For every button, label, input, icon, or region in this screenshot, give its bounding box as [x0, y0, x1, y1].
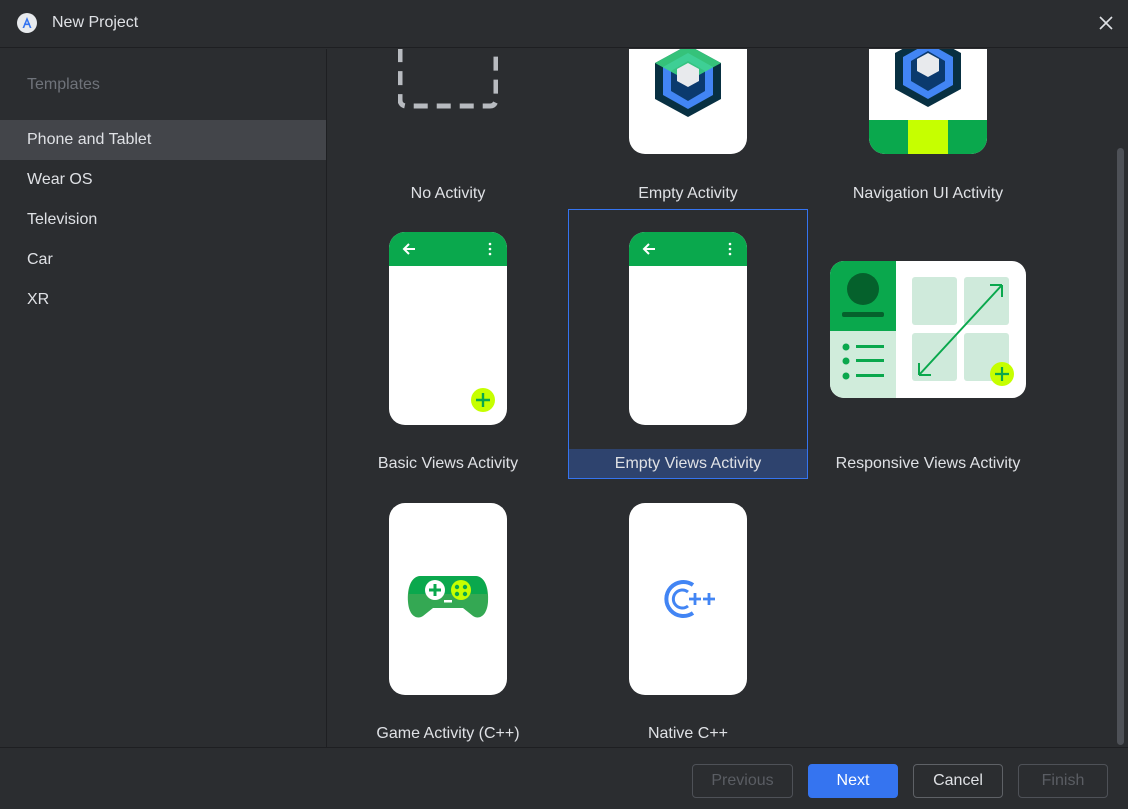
arrow-back-icon [642, 243, 655, 255]
previous-button[interactable]: Previous [692, 764, 793, 798]
template-basic-views-activity[interactable]: Basic Views Activity [328, 209, 568, 479]
dialog-footer: Previous Next Cancel Finish [0, 747, 1128, 809]
fab-add-icon [471, 388, 495, 412]
template-label: Empty Activity [638, 185, 738, 202]
finish-button[interactable]: Finish [1018, 764, 1108, 798]
no-activity-icon [398, 49, 498, 109]
template-no-activity[interactable]: No Activity [328, 49, 568, 209]
sidebar: Templates Phone and Tablet Wear OS Telev… [0, 49, 327, 747]
app-bar [629, 232, 747, 266]
template-label: Empty Views Activity [614, 455, 762, 472]
template-label: Responsive Views Activity [835, 455, 1021, 472]
app-bar [389, 232, 507, 266]
sidebar-item-xr[interactable]: XR [0, 280, 326, 320]
template-empty-views-activity[interactable]: Empty Views Activity [568, 209, 808, 479]
sidebar-item-phone-and-tablet[interactable]: Phone and Tablet [0, 120, 326, 160]
template-native-cpp[interactable]: Native C++ [568, 479, 808, 747]
window-title: New Project [52, 14, 139, 31]
compose-logo-icon [895, 49, 961, 107]
gamepad-icon [407, 576, 489, 618]
cancel-button[interactable]: Cancel [913, 764, 1003, 798]
bottom-navigation-bar [869, 120, 987, 154]
title-bar: New Project [0, 0, 1128, 48]
template-label: Basic Views Activity [377, 455, 519, 472]
sidebar-item-wear-os[interactable]: Wear OS [0, 160, 326, 200]
phone-preview [869, 49, 987, 154]
phone-preview [629, 49, 747, 154]
template-navigation-ui-activity[interactable]: Navigation UI Activity [808, 49, 1048, 209]
phone-preview [389, 232, 507, 425]
selected-nav-item [908, 120, 948, 154]
more-vert-icon [728, 242, 732, 256]
template-responsive-views-activity[interactable]: Responsive Views Activity [808, 209, 1048, 479]
next-button[interactable]: Next [808, 764, 898, 798]
android-studio-icon [17, 13, 37, 33]
sidebar-header: Templates [27, 76, 100, 93]
close-icon[interactable] [1094, 11, 1118, 35]
template-label: Native C++ [647, 725, 729, 742]
template-empty-activity[interactable]: Empty Activity [568, 49, 808, 209]
template-label: No Activity [410, 185, 486, 202]
template-label: Navigation UI Activity [852, 185, 1004, 202]
sidebar-item-car[interactable]: Car [0, 240, 326, 280]
arrow-back-icon [402, 243, 415, 255]
vertical-scrollbar[interactable] [1117, 148, 1124, 745]
responsive-layout-icon [830, 261, 1014, 398]
cpp-logo-icon [664, 580, 715, 618]
compose-logo-icon [655, 49, 721, 117]
phone-preview [389, 503, 507, 695]
template-game-activity[interactable]: Game Activity (C++) [328, 479, 568, 747]
template-gallery: No Activity Empty Activity Navigation UI… [328, 49, 1128, 747]
tablet-preview [830, 261, 1026, 398]
more-vert-icon [488, 242, 492, 256]
template-label: Game Activity (C++) [376, 725, 520, 742]
phone-preview [629, 503, 747, 695]
sidebar-item-television[interactable]: Television [0, 200, 326, 240]
phone-preview [629, 232, 747, 425]
